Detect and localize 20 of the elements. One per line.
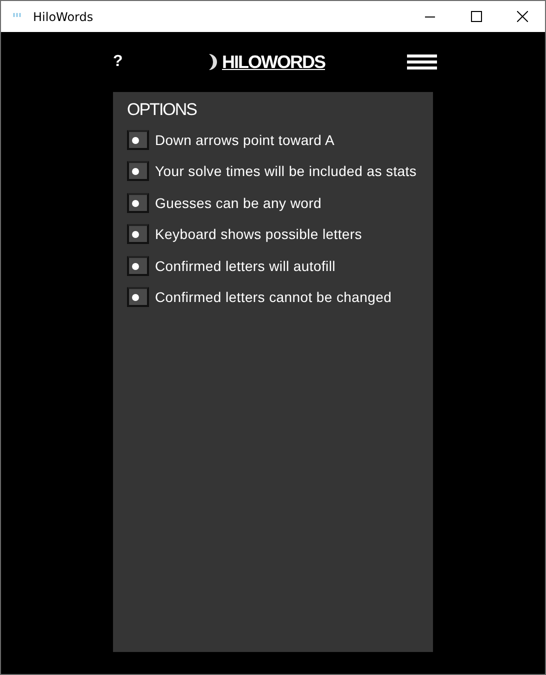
toggle-switch[interactable] [127, 130, 149, 150]
moon-icon [208, 53, 218, 71]
maximize-icon[interactable] [470, 11, 482, 22]
option-label: Confirmed letters cannot be changed [155, 289, 392, 306]
toggle-switch[interactable] [127, 161, 149, 182]
menu-icon[interactable] [406, 53, 438, 71]
toggle-switch[interactable] [127, 192, 149, 213]
toggle-switch[interactable] [127, 256, 149, 276]
close-icon[interactable] [516, 11, 528, 22]
option-label: Guesses can be any word [155, 194, 322, 211]
option-label: Keyboard shows possible letters [155, 226, 362, 242]
toggle-switch[interactable] [127, 224, 149, 244]
toggle-switch[interactable] [127, 287, 149, 308]
window-title: HiloWords [33, 10, 94, 24]
option-label: Down arrows point toward A [155, 132, 335, 148]
logo-text: HILOWORDS [222, 52, 325, 72]
options-title: OPTIONS [127, 100, 198, 120]
option-label: Your solve times will be included as stats [155, 163, 417, 180]
help-button[interactable]: ? [113, 53, 127, 71]
option-label: Confirmed letters will autofill [155, 258, 336, 274]
